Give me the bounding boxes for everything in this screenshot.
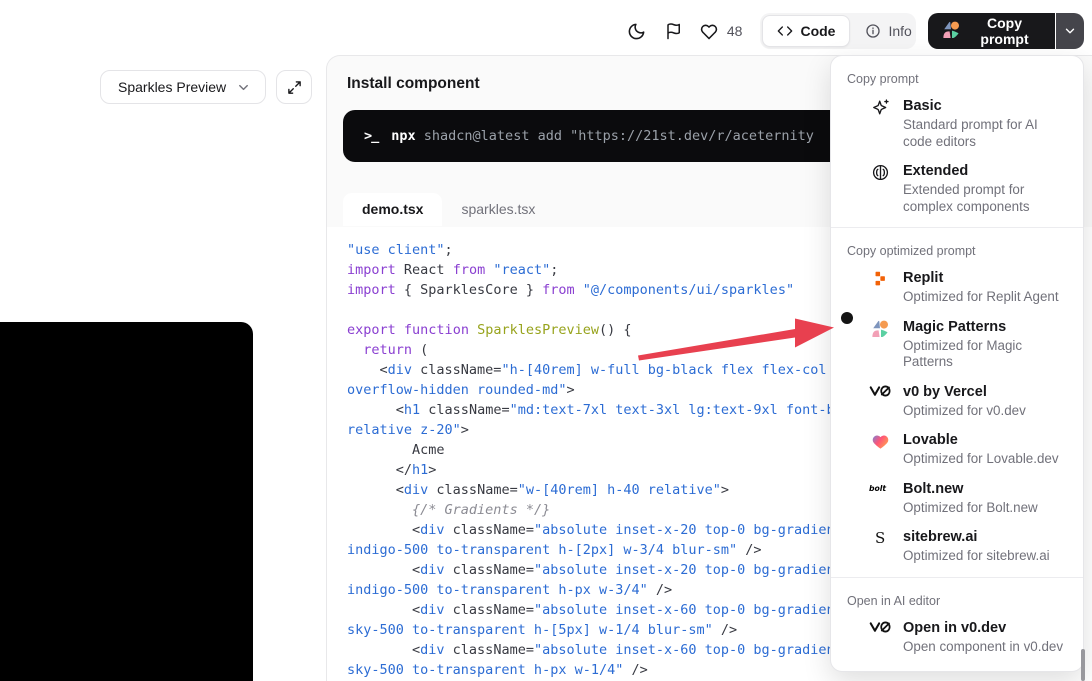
menu-item-description: Optimized for Magic Patterns	[903, 338, 1069, 371]
scrollbar-thumb[interactable]	[1081, 649, 1085, 681]
menu-section-label: Copy optimized prompt	[831, 234, 1083, 263]
menu-item-description: Standard prompt for AI code editors	[903, 117, 1069, 150]
tab-code[interactable]: Code	[762, 15, 850, 47]
theme-toggle-button[interactable]	[622, 13, 651, 49]
menu-item-title: Magic Patterns	[903, 318, 1069, 337]
annotation-dot	[841, 312, 853, 324]
magic-patterns-icon	[869, 318, 891, 371]
menu-item-title: Lovable	[903, 431, 1059, 450]
component-preview-panel	[0, 322, 253, 681]
menu-item-replit[interactable]: ReplitOptimized for Replit Agent	[831, 263, 1083, 312]
code-tab-label: Code	[800, 23, 835, 39]
demo-selector[interactable]: Sparkles Preview	[100, 70, 266, 104]
menu-item-title: Open in v0.dev	[903, 619, 1063, 638]
command-prefix: npx	[391, 128, 415, 144]
menu-item-description: Optimized for v0.dev	[903, 403, 1026, 420]
menu-item-description: Extended prompt for complex components	[903, 182, 1069, 215]
svg-text:bolt: bolt	[869, 483, 886, 492]
file-tab-demo-tsx[interactable]: demo.tsx	[343, 193, 442, 226]
copy-prompt-menu: Copy promptBasicStandard prompt for AI c…	[830, 55, 1084, 672]
svg-text:S: S	[875, 529, 885, 547]
copy-prompt-button[interactable]: Copy prompt	[928, 13, 1054, 49]
bolt-icon: bolt	[869, 480, 891, 517]
toolbar: 48 Code Info Copy prompt	[622, 13, 1084, 49]
menu-item-description: Optimized for Bolt.new	[903, 500, 1038, 517]
menu-item-description: Optimized for Lovable.dev	[903, 451, 1059, 468]
tab-info[interactable]: Info	[850, 15, 926, 47]
copy-prompt-split-button: Copy prompt	[928, 13, 1084, 49]
moon-icon	[627, 22, 646, 41]
file-tabs: demo.tsxsparkles.tsx	[343, 193, 554, 226]
like-button[interactable]	[697, 13, 721, 49]
menu-item-magic-patterns[interactable]: Magic PatternsOptimized for Magic Patter…	[831, 312, 1083, 377]
menu-section-label: Copy prompt	[831, 62, 1083, 91]
menu-item-title: Extended	[903, 162, 1069, 181]
menu-item-v0-by-vercel[interactable]: v0 by VercelOptimized for v0.dev	[831, 377, 1083, 426]
chevron-down-icon	[236, 80, 251, 95]
menu-section-label: Open in AI editor	[831, 584, 1083, 613]
info-tab-label: Info	[888, 23, 911, 39]
chevron-down-icon	[1063, 24, 1077, 38]
sparkles-icon	[869, 97, 891, 150]
menu-item-lovable[interactable]: LovableOptimized for Lovable.dev	[831, 425, 1083, 474]
fullscreen-button[interactable]	[276, 70, 312, 104]
terminal-prompt-icon: >_	[364, 128, 378, 144]
menu-item-title: v0 by Vercel	[903, 383, 1026, 402]
expand-icon	[287, 80, 302, 95]
menu-item-title: Bolt.new	[903, 480, 1038, 499]
menu-item-open-in-v0-dev[interactable]: Open in v0.devOpen component in v0.dev	[831, 613, 1083, 662]
replit-icon	[869, 269, 891, 306]
code-icon	[777, 23, 793, 39]
menu-item-description: Optimized for sitebrew.ai	[903, 548, 1050, 565]
menu-item-sitebrew-ai[interactable]: Ssitebrew.aiOptimized for sitebrew.ai	[831, 522, 1083, 571]
flag-icon	[665, 22, 683, 40]
lovable-icon	[869, 431, 891, 468]
menu-item-title: Basic	[903, 97, 1069, 116]
extended-prompt-icon	[869, 162, 891, 215]
menu-item-title: sitebrew.ai	[903, 528, 1050, 547]
view-switcher: Code Info	[760, 13, 916, 49]
menu-divider	[831, 577, 1083, 578]
copy-prompt-label: Copy prompt	[970, 15, 1038, 47]
menu-item-description: Open component in v0.dev	[903, 639, 1063, 656]
menu-item-title: Replit	[903, 269, 1059, 288]
v0-icon	[869, 383, 891, 420]
like-count: 48	[727, 23, 743, 39]
menu-item-description: Optimized for Replit Agent	[903, 289, 1059, 306]
menu-divider	[831, 227, 1083, 228]
menu-item-bolt-new[interactable]: bolt Bolt.newOptimized for Bolt.new	[831, 474, 1083, 523]
demo-selector-label: Sparkles Preview	[118, 79, 226, 95]
sitebrew-icon: S	[869, 528, 891, 565]
flag-button[interactable]	[659, 13, 688, 49]
menu-item-basic[interactable]: BasicStandard prompt for AI code editors	[831, 91, 1083, 156]
v0-icon	[869, 619, 891, 656]
file-tab-sparkles-tsx[interactable]: sparkles.tsx	[442, 193, 554, 226]
heart-icon	[699, 21, 719, 41]
copy-prompt-dropdown-toggle[interactable]	[1056, 13, 1084, 49]
command-text: shadcn@latest add "https://21st.dev/r/ac…	[416, 128, 814, 144]
preview-controls: Sparkles Preview	[100, 70, 312, 104]
info-icon	[865, 23, 881, 39]
menu-item-extended[interactable]: ExtendedExtended prompt for complex comp…	[831, 156, 1083, 221]
magic-patterns-icon	[941, 20, 961, 43]
